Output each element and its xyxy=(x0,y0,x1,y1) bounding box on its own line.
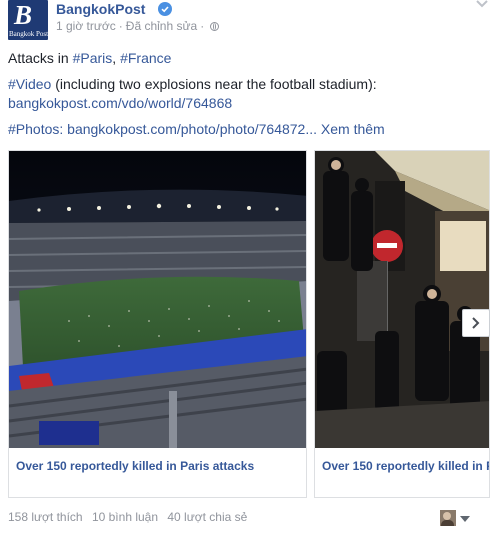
see-more-link[interactable]: Xem thêm xyxy=(321,121,385,137)
shares-count[interactable]: 40 lượt chia sẻ xyxy=(167,510,247,524)
hashtag-video[interactable]: #Video xyxy=(8,76,51,92)
page-avatar-logo[interactable]: B Bangkok Post xyxy=(8,0,48,40)
globe-icon[interactable] xyxy=(210,22,220,31)
police-photo[interactable] xyxy=(315,151,489,448)
likes-count[interactable]: 158 lượt thích xyxy=(8,510,83,524)
meta-separator-2: · xyxy=(200,19,205,33)
carousel-next-button[interactable] xyxy=(462,309,490,337)
stadium-photo[interactable] xyxy=(9,151,306,448)
chevron-right-icon xyxy=(472,317,480,329)
post-meta: 1 giờ trước · Đã chỉnh sửa · xyxy=(56,18,220,34)
logo-text: Bangkok Post xyxy=(9,30,48,38)
page-name-link[interactable]: BangkokPost xyxy=(56,0,145,19)
hashtag-france[interactable]: #France xyxy=(120,50,171,66)
message-line-3: bangkokpost.com/vdo/world/764868 xyxy=(8,94,488,113)
message-line-1: Attacks in #Paris, #France xyxy=(8,50,172,66)
card-caption-2[interactable]: Over 150 reportedly killed in Paris atta… xyxy=(322,459,489,473)
message-line-2: #Video (including two explosions near th… xyxy=(8,76,377,92)
hashtag-paris[interactable]: #Paris xyxy=(73,50,113,66)
post-as-selector[interactable] xyxy=(440,510,484,528)
video-link[interactable]: bangkokpost.com/vdo/world/764868 xyxy=(8,95,232,111)
verified-badge-icon xyxy=(158,2,172,16)
avatar xyxy=(440,510,456,526)
carousel-card-1[interactable]: Over 150 reportedly killed in Paris atta… xyxy=(8,150,307,498)
post-timestamp[interactable]: 1 giờ trước xyxy=(56,19,116,33)
comments-count[interactable]: 10 bình luận xyxy=(92,510,158,524)
card-caption-1[interactable]: Over 150 reportedly killed in Paris atta… xyxy=(16,459,254,473)
chevron-down-icon[interactable] xyxy=(476,0,488,8)
message-line-4: #Photos: bangkokpost.com/photo/photo/764… xyxy=(8,120,488,139)
edited-label[interactable]: Đã chỉnh sửa xyxy=(126,19,197,33)
photos-link[interactable]: #Photos: bangkokpost.com/photo/photo/764… xyxy=(8,121,317,137)
post-header: B Bangkok Post BangkokPost 1 giờ trước · Đ… xyxy=(8,0,488,40)
engagement-stats: 158 lượt thích 10 bình luận 40 lượt chia… xyxy=(8,510,253,524)
post-message: Attacks in #Paris, #France #Video (inclu… xyxy=(8,49,488,139)
meta-separator: · xyxy=(118,19,123,33)
caret-down-icon xyxy=(460,516,470,522)
